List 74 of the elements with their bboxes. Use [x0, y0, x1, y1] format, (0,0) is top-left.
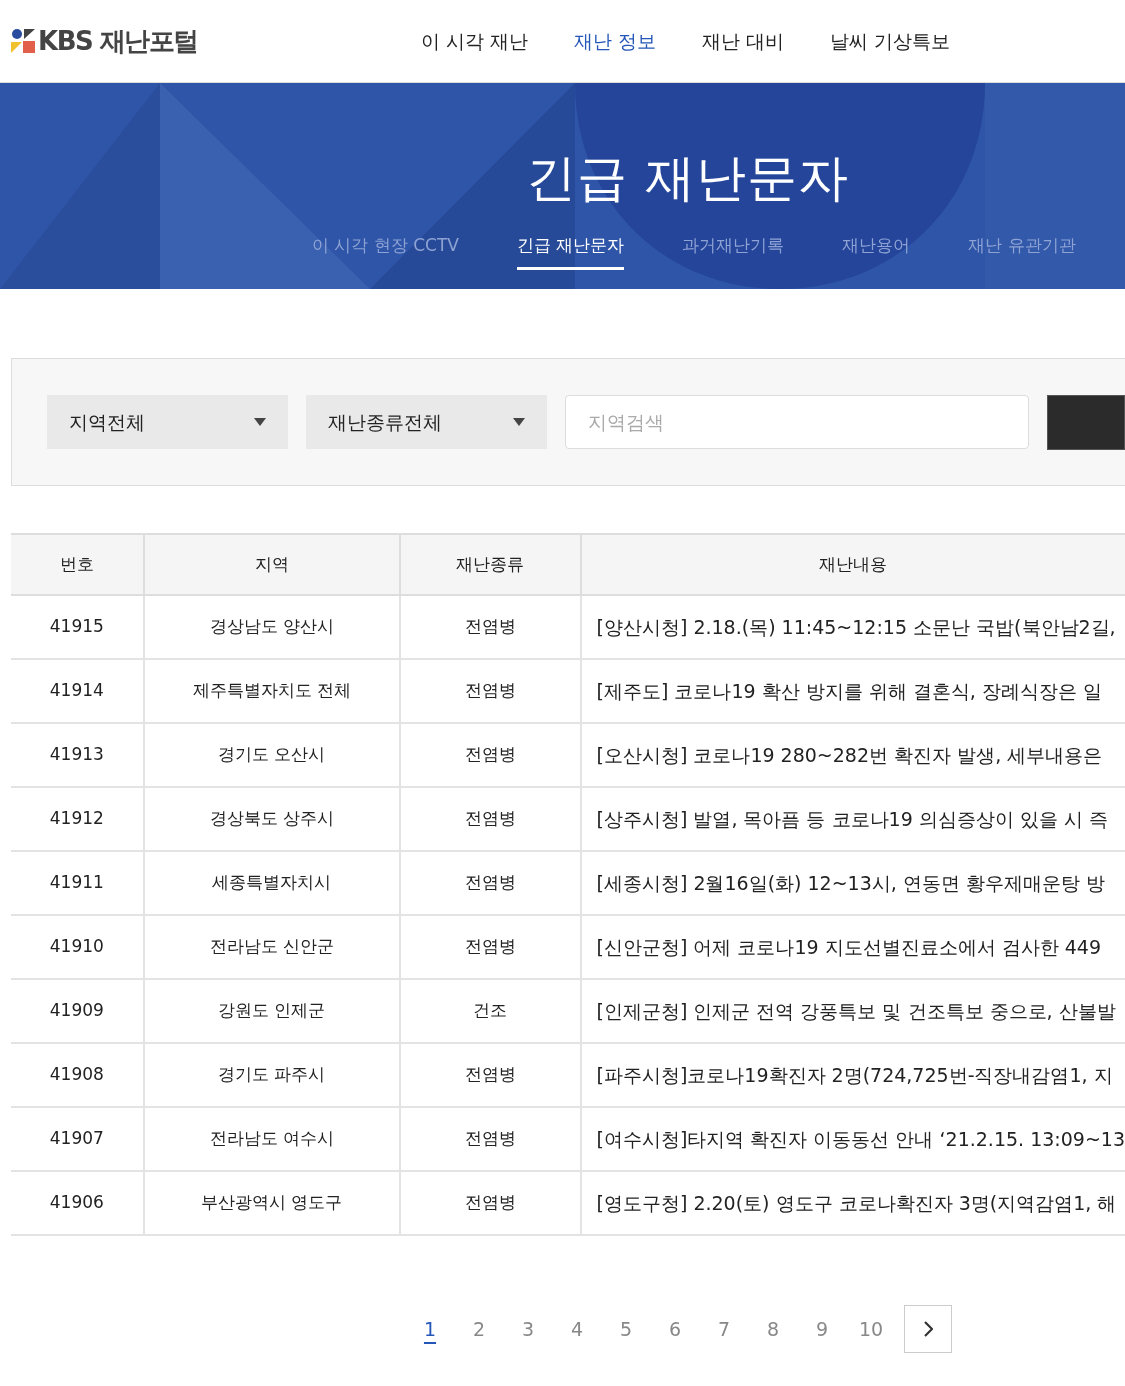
nav-link[interactable]: 이 시각 재난 [421, 26, 529, 56]
logo-text[interactable]: KBS 재난포털 [38, 21, 198, 61]
sub-tab[interactable]: 재난용어 [842, 233, 911, 270]
sub-tab[interactable]: 과거재난기록 [682, 233, 785, 270]
page-link[interactable]: 3 [503, 1314, 553, 1344]
column-header: 지역 [143, 534, 400, 595]
table-cell: 41908 [11, 1043, 144, 1107]
next-page-button[interactable] [903, 1305, 952, 1353]
table-cell: 41910 [11, 915, 144, 979]
table-cell: [상주시청] 발열, 목아픔 등 코로나19 의심증상이 있을 시 즉 [580, 787, 1125, 851]
table-cell: 41914 [11, 659, 144, 723]
table-cell: 경기도 파주시 [143, 1043, 400, 1107]
table-cell: 경기도 오산시 [143, 723, 400, 787]
table-cell: 전염병 [399, 595, 581, 659]
table-cell: 세종특별자치시 [143, 851, 400, 915]
table-cell: 부산광역시 영도구 [143, 1171, 400, 1235]
table-cell: 41911 [11, 851, 144, 915]
sub-tab[interactable]: 긴급 재난문자 [516, 233, 625, 270]
page-link[interactable]: 1 [405, 1314, 455, 1344]
table-cell: [양산시청] 2.18.(목) 11:45~12:15 소문난 국밥(북안남2길, [580, 595, 1125, 659]
page-title: 긴급 재난문자 [526, 148, 849, 209]
table-cell: 제주특별자치도 전체 [143, 659, 400, 723]
table-cell: [세종시청] 2월16일(화) 12~13시, 연동면 황우제매운탕 방 [580, 851, 1125, 915]
table-cell: 전염병 [399, 851, 581, 915]
logo-icon [11, 29, 35, 53]
table-cell: 41907 [11, 1107, 144, 1171]
sub-tab[interactable]: 재난 유관기관 [968, 233, 1076, 270]
table-cell: 전염병 [399, 723, 581, 787]
page-link[interactable]: 2 [454, 1314, 504, 1344]
sub-tab[interactable]: 이 시각 현장 CCTV [312, 233, 459, 270]
page-link[interactable]: 10 [846, 1314, 896, 1344]
table-cell: [인제군청] 인제군 전역 강풍특보 및 건조특보 중으로, 산불발 [580, 979, 1125, 1043]
chevron-right-icon [922, 1321, 933, 1337]
table-cell: 전염병 [399, 1171, 581, 1235]
page-link[interactable]: 5 [601, 1314, 651, 1344]
table-cell: [여수시청]타지역 확진자 이동동선 안내 ‘21.2.15. 13:09~13 [580, 1107, 1125, 1171]
page-link[interactable]: 6 [650, 1314, 700, 1344]
table-cell: 전라남도 신안군 [143, 915, 400, 979]
dropdown-caret-icon [512, 418, 525, 426]
table-cell: 전라남도 여수시 [143, 1107, 400, 1171]
table-cell: 전염병 [399, 915, 581, 979]
nav-link[interactable]: 날씨 기상특보 [830, 26, 951, 56]
column-header: 재난종류 [399, 534, 581, 595]
table-cell: [오산시청] 코로나19 280~282번 확진자 발생, 세부내용은 [580, 723, 1125, 787]
table-cell: [파주시청]코로나19확진자 2명(724,725번-직장내감염1, 지 [580, 1043, 1125, 1107]
table-cell: 전염병 [399, 787, 581, 851]
table-cell: 전염병 [399, 1107, 581, 1171]
table-cell: 건조 [399, 979, 581, 1043]
column-header: 번호 [11, 534, 144, 595]
region-search-field[interactable]: 지역검색 [564, 395, 1030, 449]
nav-link[interactable]: 재난 대비 [702, 26, 785, 56]
disaster-type-select[interactable]: 재난종류전체 [306, 395, 547, 449]
column-header: 재난내용 [580, 534, 1125, 595]
nav-link[interactable]: 재난 정보 [574, 26, 657, 56]
table-cell: 41912 [11, 787, 144, 851]
page-link[interactable]: 4 [552, 1314, 602, 1344]
table-cell: [신안군청] 어제 코로나19 지도선별진료소에서 검사한 449 [580, 915, 1125, 979]
dropdown-caret-icon [254, 418, 267, 426]
table-cell: 41915 [11, 595, 144, 659]
region-select[interactable]: 지역전체 [47, 395, 289, 449]
table-cell: 41906 [11, 1171, 144, 1235]
table-cell: 전염병 [399, 659, 581, 723]
page-link[interactable]: 7 [699, 1314, 749, 1344]
page-link[interactable]: 9 [797, 1314, 847, 1344]
table-cell: 강원도 인제군 [143, 979, 400, 1043]
table-cell: 41909 [11, 979, 144, 1043]
table-cell: [영도구청] 2.20(토) 영도구 코로나확진자 3명(지역감염1, 해 [580, 1171, 1125, 1235]
table-cell: 전염병 [399, 1043, 581, 1107]
table-cell: 경상남도 양산시 [143, 595, 400, 659]
search-button[interactable] [1047, 394, 1125, 450]
table-cell: 41913 [11, 723, 144, 787]
table-cell: 경상북도 상주시 [143, 787, 400, 851]
table-cell: [제주도] 코로나19 확산 방지를 위해 결혼식, 장례식장은 일 [580, 659, 1125, 723]
page-link[interactable]: 8 [748, 1314, 798, 1344]
